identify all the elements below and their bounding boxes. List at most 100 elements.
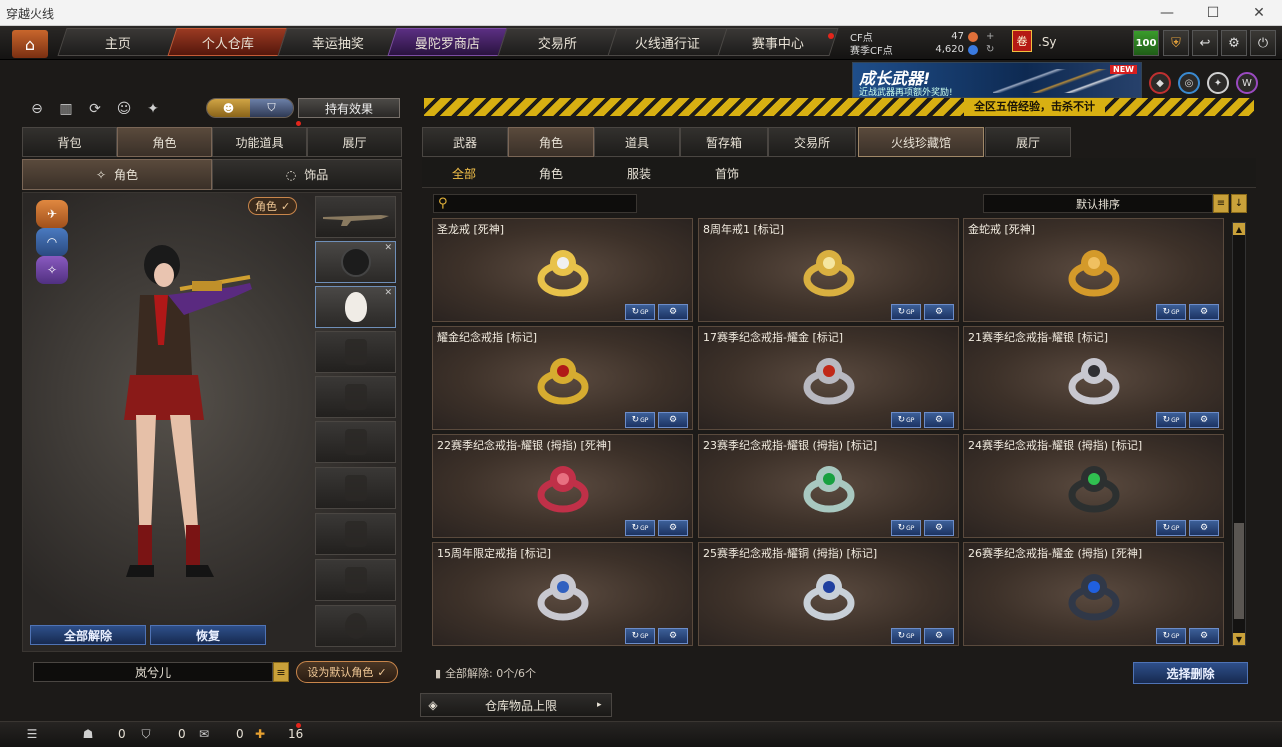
convert-gp-button[interactable]: ↻ GP: [625, 628, 655, 644]
gear-icon[interactable]: ⚙: [1221, 30, 1247, 56]
item-card[interactable]: 8周年戒1 [标记] ↻ GP ⚙: [698, 218, 959, 322]
restore-button[interactable]: 恢复: [150, 625, 266, 645]
subtab-jewelry[interactable]: 首饰: [683, 162, 771, 184]
stats-icon[interactable]: ▥: [55, 98, 77, 120]
grid-scrollbar[interactable]: ▲ ▼: [1232, 222, 1246, 646]
slot-empty-7[interactable]: [315, 605, 396, 647]
subtab-all[interactable]: 全部: [420, 162, 508, 184]
convert-gp-button[interactable]: ↻ GP: [625, 412, 655, 428]
item-card[interactable]: 21赛季纪念戒指-耀银 [标记] ↻ GP ⚙: [963, 326, 1224, 430]
tab-function-items[interactable]: 功能道具: [212, 127, 307, 157]
slot-empty-4[interactable]: [315, 467, 396, 509]
minimize-icon[interactable]: —: [1144, 0, 1190, 26]
item-settings-button[interactable]: ⚙: [1189, 628, 1219, 644]
item-card[interactable]: 15周年限定戒指 [标记] ↻ GP ⚙: [432, 542, 693, 646]
subtab-roles[interactable]: 角色: [507, 162, 595, 184]
item-settings-button[interactable]: ⚙: [658, 412, 688, 428]
scroll-down-icon[interactable]: ▼: [1233, 633, 1245, 645]
item-card[interactable]: 耀金纪念戒指 [标记] ↻ GP ⚙: [432, 326, 693, 430]
tab-showroom-right[interactable]: 展厅: [985, 127, 1071, 157]
role-filter-pill[interactable]: 角色 ✓: [248, 197, 298, 215]
item-card[interactable]: 24赛季纪念戒指-耀银 (拇指) [标记] ↻ GP ⚙: [963, 434, 1224, 538]
effects-button[interactable]: 持有效果: [298, 98, 400, 118]
mask-slot[interactable]: ✕: [315, 286, 396, 328]
set-default-character-button[interactable]: 设为默认角色 ✓: [296, 661, 398, 683]
slot-empty-5[interactable]: [315, 513, 396, 555]
convert-gp-button[interactable]: ↻ GP: [625, 520, 655, 536]
tab-characters[interactable]: 角色: [508, 127, 594, 157]
convert-gp-button[interactable]: ↻ GP: [891, 304, 921, 320]
nav-tab-lucky-draw[interactable]: 幸运抽奖: [277, 28, 399, 56]
convert-gp-button[interactable]: ↻ GP: [891, 412, 921, 428]
item-card[interactable]: 26赛季纪念戒指-耀金 (拇指) [死神] ↻ GP ⚙: [963, 542, 1224, 646]
chat-status[interactable]: ✉ 0: [196, 726, 244, 742]
power-icon[interactable]: ⏻: [1250, 30, 1276, 56]
friends-status[interactable]: ☗ 0: [80, 726, 126, 742]
nav-tab-battle-pass[interactable]: 火线通行证: [607, 28, 729, 56]
item-card[interactable]: 23赛季纪念戒指-耀银 (拇指) [标记] ↻ GP ⚙: [698, 434, 959, 538]
globe-icon[interactable]: ◎: [1178, 72, 1200, 94]
convert-gp-button[interactable]: ↻ GP: [1156, 628, 1186, 644]
convert-gp-button[interactable]: ↻ GP: [1156, 412, 1186, 428]
item-settings-button[interactable]: ⚙: [658, 304, 688, 320]
item-settings-button[interactable]: ⚙: [1189, 304, 1219, 320]
subtab-clothing[interactable]: 服装: [595, 162, 683, 184]
search-input[interactable]: ⚲: [433, 194, 637, 213]
list-icon[interactable]: ☰: [24, 726, 40, 742]
view-toggle[interactable]: ☻ ⛉: [206, 98, 294, 118]
nav-tab-personal-warehouse[interactable]: 个人仓库: [167, 28, 289, 56]
tab-collection[interactable]: 火线珍藏馆: [858, 127, 984, 157]
tab-weapons[interactable]: 武器: [422, 127, 508, 157]
remove-icon[interactable]: ✕: [384, 288, 392, 298]
tab-character[interactable]: 角色: [117, 127, 212, 157]
refresh-icon[interactable]: ↻: [986, 44, 994, 55]
sort-dropdown[interactable]: 默认排序: [983, 194, 1213, 213]
tab-showroom[interactable]: 展厅: [307, 127, 402, 157]
item-card[interactable]: 金蛇戒 [死神] ↻ GP ⚙: [963, 218, 1224, 322]
dagger-icon[interactable]: ✦: [1207, 72, 1229, 94]
slot-empty-3[interactable]: [315, 421, 396, 463]
tab-storage[interactable]: 暂存箱: [680, 127, 768, 157]
menu-icon[interactable]: ≡: [273, 662, 289, 682]
nav-tab-events[interactable]: 赛事中心: [717, 28, 839, 56]
nav-tab-exchange[interactable]: 交易所: [497, 28, 619, 56]
scroll-thumb[interactable]: [1234, 523, 1244, 619]
slot-empty-2[interactable]: [315, 376, 396, 418]
weapon-category-icon[interactable]: ✈: [36, 200, 68, 228]
weapon-slot[interactable]: [315, 196, 396, 238]
scroll-up-icon[interactable]: ▲: [1233, 223, 1245, 235]
brand-icon[interactable]: W: [1236, 72, 1258, 94]
helmet-slot[interactable]: ✕: [315, 241, 396, 283]
item-card[interactable]: 17赛季纪念戒指-耀金 [标记] ↻ GP ⚙: [698, 326, 959, 430]
helmet-category-icon[interactable]: ◠: [36, 228, 68, 256]
item-card[interactable]: 圣龙戒 [死神] ↻ GP ⚙: [432, 218, 693, 322]
rotate-icon[interactable]: ⟳: [84, 98, 106, 120]
list-view-icon[interactable]: ≡: [1213, 194, 1229, 213]
warehouse-limit-bar[interactable]: ◈ 仓库物品上限 ▸: [420, 693, 612, 717]
reset-all-button[interactable]: 全部解除: [30, 625, 146, 645]
add-icon[interactable]: +: [986, 31, 994, 42]
maximize-icon[interactable]: ☐: [1190, 0, 1236, 26]
wing-category-icon[interactable]: ✧: [36, 256, 68, 284]
home-icon[interactable]: ⌂: [12, 30, 48, 58]
convert-gp-button[interactable]: ↻ GP: [1156, 304, 1186, 320]
select-delete-button[interactable]: 选择删除: [1133, 662, 1248, 684]
convert-gp-button[interactable]: ↻ GP: [891, 520, 921, 536]
return-icon[interactable]: ↩: [1192, 30, 1218, 56]
slot-empty-1[interactable]: [315, 331, 396, 373]
sort-direction-icon[interactable]: ↓: [1231, 194, 1247, 213]
mouse-icon[interactable]: ✦: [142, 98, 164, 120]
item-card[interactable]: 25赛季纪念戒指-耀铜 (拇指) [标记] ↻ GP ⚙: [698, 542, 959, 646]
nav-tab-home[interactable]: 主页: [57, 28, 179, 56]
shield-icon[interactable]: ⛨: [1163, 30, 1189, 56]
item-settings-button[interactable]: ⚙: [658, 520, 688, 536]
tab-trade[interactable]: 交易所: [768, 127, 856, 157]
item-settings-button[interactable]: ⚙: [924, 520, 954, 536]
pose-icon[interactable]: ☺: [113, 98, 135, 120]
item-settings-button[interactable]: ⚙: [924, 412, 954, 428]
close-icon[interactable]: ✕: [1236, 0, 1282, 26]
subtab-character[interactable]: ✧ 角色: [22, 159, 212, 190]
convert-gp-button[interactable]: ↻ GP: [1156, 520, 1186, 536]
clan-status[interactable]: ⛉ 0: [138, 726, 185, 742]
item-settings-button[interactable]: ⚙: [924, 304, 954, 320]
